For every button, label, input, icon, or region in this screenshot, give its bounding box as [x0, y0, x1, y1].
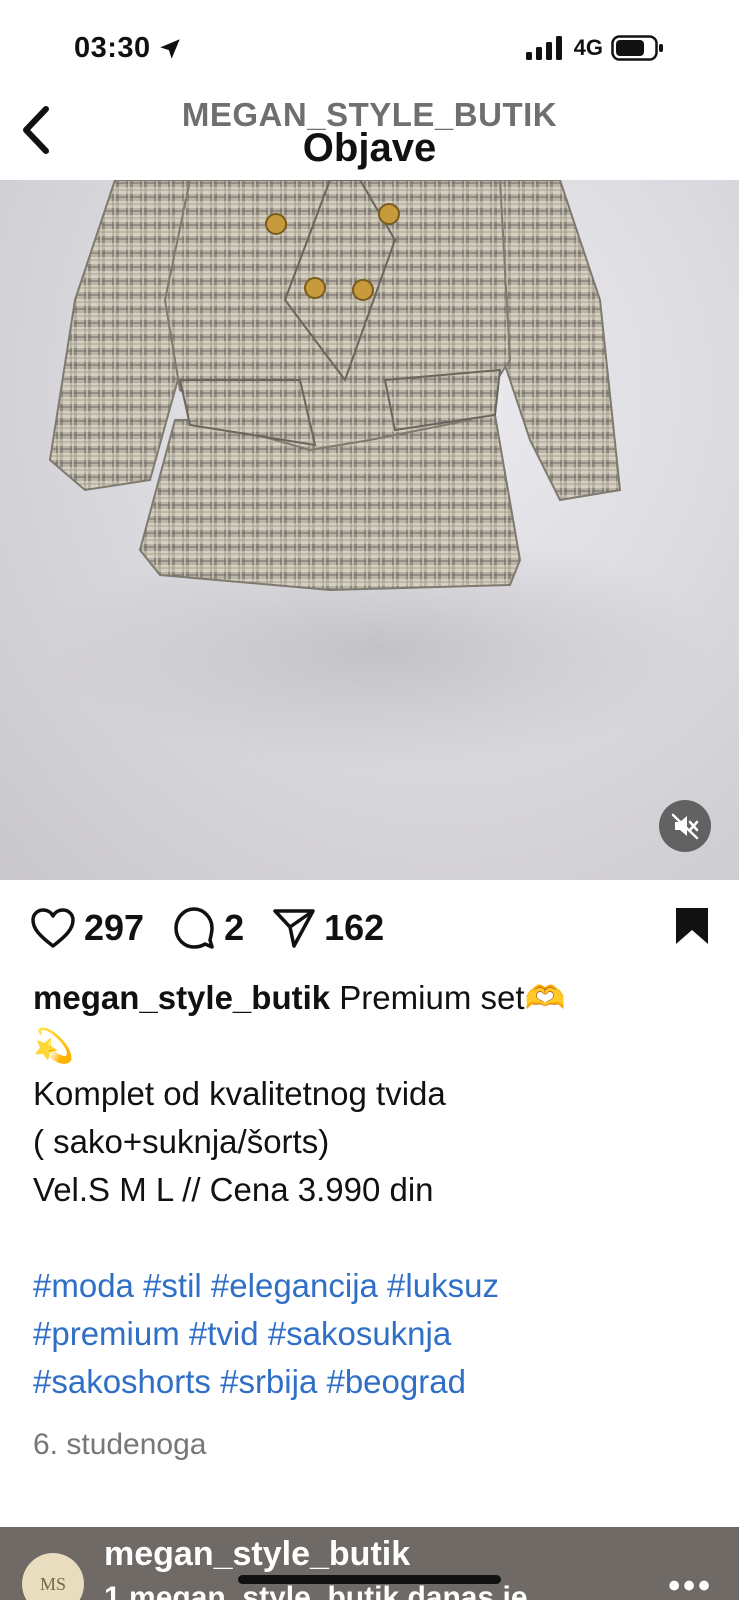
time-text: 03:30 — [74, 32, 151, 64]
post-media[interactable] — [0, 180, 739, 880]
next-post-username[interactable]: megan_style_butik — [104, 1535, 410, 1574]
caption-line: Vel.S M L // Cena 3.990 din — [33, 1171, 434, 1208]
battery-icon — [611, 35, 663, 61]
hashtag-line[interactable]: #sakoshorts #srbija #beograd — [33, 1358, 713, 1406]
hashtag-line[interactable]: #premium #tvid #sakosuknja — [33, 1310, 713, 1358]
post-image — [48, 180, 710, 770]
home-indicator — [238, 1575, 501, 1584]
network-type: 4G — [573, 35, 603, 60]
share-icon — [273, 909, 315, 948]
next-post-header: MS megan_style_butik 1 megan_style_butik… — [0, 1527, 739, 1600]
comment-count: 2 — [224, 907, 245, 948]
share-button[interactable]: 162 — [272, 907, 384, 949]
signal-icon — [525, 36, 562, 60]
like-count: 297 — [84, 907, 145, 948]
avatar[interactable]: MS — [22, 1553, 84, 1600]
location-arrow-icon — [159, 38, 180, 59]
status-indicators: 4G — [525, 34, 665, 62]
caption-username[interactable]: megan_style_butik — [33, 979, 330, 1016]
post-date: 6. studenoga — [33, 1428, 207, 1461]
post-actions: 297 2 162 — [30, 898, 710, 958]
caption-line: Komplet od kvalitetnog tvida — [33, 1075, 446, 1112]
more-icon[interactable]: ••• — [668, 1567, 713, 1600]
bookmark-icon — [676, 908, 708, 944]
heart-icon — [31, 908, 75, 948]
hashtags: #moda #stil #elegancija #luksuz #premium… — [33, 1262, 713, 1406]
comment-button[interactable]: 2 — [172, 906, 244, 950]
bookmark-button[interactable] — [674, 906, 710, 951]
caption-text: Premium set🫶 — [339, 979, 566, 1016]
caption-emoji: 💫 — [33, 1027, 75, 1064]
like-button[interactable]: 297 — [30, 907, 144, 949]
caption-line: ( sako+suknja/šorts) — [33, 1123, 330, 1160]
hashtag-line[interactable]: #moda #stil #elegancija #luksuz — [33, 1262, 713, 1310]
status-bar: 03:30 4G — [0, 0, 739, 92]
status-time: 03:30 — [74, 32, 183, 65]
page-title: Objave — [302, 126, 437, 170]
share-count: 162 — [324, 907, 385, 948]
mute-button[interactable] — [659, 800, 711, 852]
header: MEGAN_STYLE_BUTIK Objave — [0, 92, 739, 180]
mute-icon — [671, 813, 699, 840]
post-caption: megan_style_butik Premium set🫶 💫 Komplet… — [33, 974, 713, 1406]
caption-first-line: megan_style_butik Premium set🫶 — [33, 974, 713, 1022]
comment-icon — [174, 907, 214, 949]
